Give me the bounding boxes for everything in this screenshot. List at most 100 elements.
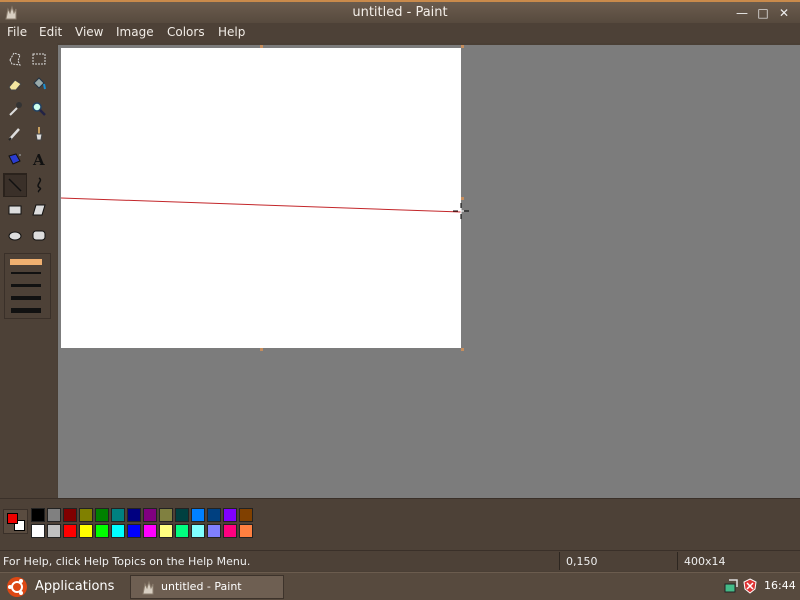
current-colors[interactable] <box>3 509 28 534</box>
palette-swatch[interactable] <box>47 524 61 538</box>
free-select-icon <box>9 52 21 66</box>
palette-swatch[interactable] <box>31 524 45 538</box>
palette-swatch[interactable] <box>207 524 221 538</box>
resize-handle-bottom-right[interactable] <box>461 348 464 351</box>
status-bar: For Help, click Help Topics on the Help … <box>0 550 800 571</box>
palette-swatch[interactable] <box>207 508 221 522</box>
airbrush-icon <box>8 153 21 165</box>
palette-swatch[interactable] <box>127 508 141 522</box>
color-picker-icon <box>9 102 22 116</box>
curve-icon <box>37 177 42 193</box>
line-width-option-5[interactable] <box>11 308 41 313</box>
magnifier-icon <box>32 102 46 116</box>
pencil-tool[interactable] <box>3 122 27 146</box>
minimize-icon[interactable]: — <box>734 5 750 21</box>
palette-swatch[interactable] <box>63 524 77 538</box>
rect-select-icon <box>32 53 46 65</box>
network-icon[interactable] <box>723 578 739 594</box>
palette-swatch[interactable] <box>127 524 141 538</box>
menu-view[interactable]: View <box>75 25 103 39</box>
drawing-canvas[interactable] <box>61 48 461 348</box>
status-selection-size: 400x14 <box>677 552 800 570</box>
crosshair-cursor-icon <box>453 203 469 219</box>
palette-swatch[interactable] <box>79 524 93 538</box>
foreground-color-swatch[interactable] <box>7 513 18 524</box>
palette-swatch[interactable] <box>239 524 253 538</box>
workspace <box>58 45 800 498</box>
polygon-tool[interactable] <box>27 198 51 222</box>
title-bar: untitled - Paint — □ ✕ <box>0 0 800 23</box>
line-width-option-4[interactable] <box>11 296 41 300</box>
palette-swatch[interactable] <box>31 508 45 522</box>
line-width-option-1[interactable] <box>10 259 42 265</box>
palette-swatch[interactable] <box>191 508 205 522</box>
text-tool[interactable]: A <box>27 147 51 171</box>
palette-swatch[interactable] <box>47 508 61 522</box>
line-width-selector <box>4 253 51 319</box>
toolbox: A <box>0 43 57 498</box>
taskbar-window-button[interactable]: untitled - Paint <box>130 575 284 599</box>
menu-edit[interactable]: Edit <box>39 25 62 39</box>
status-help-text: For Help, click Help Topics on the Help … <box>3 555 251 568</box>
palette-swatch[interactable] <box>111 508 125 522</box>
palette-swatch[interactable] <box>175 524 189 538</box>
menu-file[interactable]: File <box>7 25 27 39</box>
airbrush-tool[interactable] <box>3 147 27 171</box>
svg-text:A: A <box>32 151 45 167</box>
magnifier-tool[interactable] <box>27 97 51 121</box>
line-tool[interactable] <box>3 173 27 197</box>
palette-swatch[interactable] <box>159 524 173 538</box>
color-picker-tool[interactable] <box>3 97 27 121</box>
palette-swatch[interactable] <box>191 524 205 538</box>
rect-select-tool[interactable] <box>27 47 51 71</box>
window-title: untitled - Paint <box>352 5 448 20</box>
menu-bar: File Edit View Image Colors Help <box>0 23 800 43</box>
polygon-icon <box>32 204 46 216</box>
palette-swatch[interactable] <box>175 508 189 522</box>
line-width-option-2[interactable] <box>11 272 41 274</box>
ellipse-icon <box>8 231 22 241</box>
ellipse-tool[interactable] <box>3 223 27 247</box>
menu-image[interactable]: Image <box>116 25 154 39</box>
color-palette <box>0 498 800 550</box>
palette-swatch[interactable] <box>223 508 237 522</box>
resize-handle-top-right[interactable] <box>461 45 464 48</box>
palette-swatch[interactable] <box>95 508 109 522</box>
menu-colors[interactable]: Colors <box>167 25 205 39</box>
pencil-icon <box>8 128 20 141</box>
canvas-drawing <box>61 197 461 213</box>
palette-swatch[interactable] <box>111 524 125 538</box>
resize-handle-bottom[interactable] <box>260 348 263 351</box>
curve-tool[interactable] <box>27 173 51 197</box>
taskbar: Applications untitled - Paint 16:44 <box>0 572 800 600</box>
eraser-tool[interactable] <box>3 72 27 96</box>
clock: 16:44 <box>764 579 796 592</box>
fill-tool[interactable] <box>27 72 51 96</box>
rectangle-tool[interactable] <box>3 198 27 222</box>
rounded-rect-tool[interactable] <box>27 223 51 247</box>
palette-swatch[interactable] <box>63 508 77 522</box>
resize-handle-top[interactable] <box>260 45 263 48</box>
close-icon[interactable]: ✕ <box>776 5 792 21</box>
resize-handle-right[interactable] <box>461 197 464 200</box>
palette-swatch[interactable] <box>79 508 93 522</box>
rounded-rect-icon <box>32 230 46 241</box>
eraser-icon <box>8 79 22 91</box>
update-notifier-icon[interactable] <box>742 578 758 594</box>
palette-swatch[interactable] <box>239 508 253 522</box>
palette-swatch[interactable] <box>95 524 109 538</box>
taskbar-window-label: untitled - Paint <box>161 580 242 593</box>
brush-icon <box>35 127 43 141</box>
menu-help[interactable]: Help <box>218 25 245 39</box>
maximize-icon[interactable]: □ <box>755 5 771 21</box>
free-select-tool[interactable] <box>3 47 27 71</box>
fill-bucket-icon <box>33 77 46 90</box>
line-icon <box>8 178 22 192</box>
palette-swatch[interactable] <box>223 524 237 538</box>
line-width-option-3[interactable] <box>11 284 41 287</box>
ubuntu-logo-icon <box>7 577 27 597</box>
palette-swatch[interactable] <box>143 524 157 538</box>
palette-swatch[interactable] <box>159 508 173 522</box>
brush-tool[interactable] <box>27 122 51 146</box>
palette-swatch[interactable] <box>143 508 157 522</box>
